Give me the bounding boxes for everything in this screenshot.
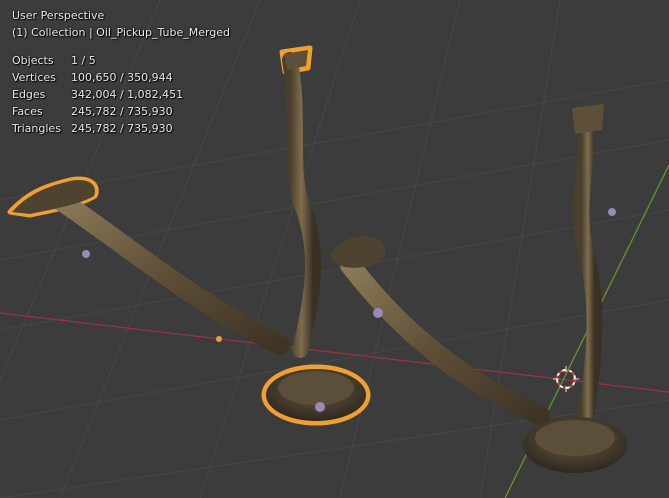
stats-row-vertices: Vertices 100,650 / 350,944	[12, 69, 183, 86]
stats-row-edges: Edges 342,004 / 1,082,451	[12, 86, 183, 103]
collection-line: (1) Collection | Oil_Pickup_Tube_Merged	[12, 26, 231, 39]
stats-row-objects: Objects 1 / 5	[12, 52, 183, 69]
stats-label: Edges	[12, 88, 46, 101]
stats-row-faces: Faces 245,782 / 735,930	[12, 103, 183, 120]
stats-value: 342,004 / 1,082,451	[71, 88, 184, 101]
view-name: User Perspective	[12, 9, 105, 22]
3d-viewport[interactable]: User Perspective (1) Collection | Oil_Pi…	[0, 0, 669, 498]
viewport-info-overlay: User Perspective (1) Collection | Oil_Pi…	[12, 7, 230, 41]
stats-label: Vertices	[12, 71, 56, 84]
stats-row-triangles: Triangles 245,782 / 735,930	[12, 120, 183, 137]
stats-value: 245,782 / 735,930	[71, 122, 173, 135]
stats-label: Objects	[12, 54, 54, 67]
stats-value: 100,650 / 350,944	[71, 71, 173, 84]
stats-label: Faces	[12, 105, 43, 118]
object-origin-icon	[216, 336, 222, 342]
stats-label: Triangles	[12, 122, 61, 135]
stats-value: 1 / 5	[71, 54, 96, 67]
stats-value: 245,782 / 735,930	[71, 105, 173, 118]
statistics-overlay: Objects 1 / 5 Vertices 100,650 / 350,944…	[12, 52, 183, 137]
